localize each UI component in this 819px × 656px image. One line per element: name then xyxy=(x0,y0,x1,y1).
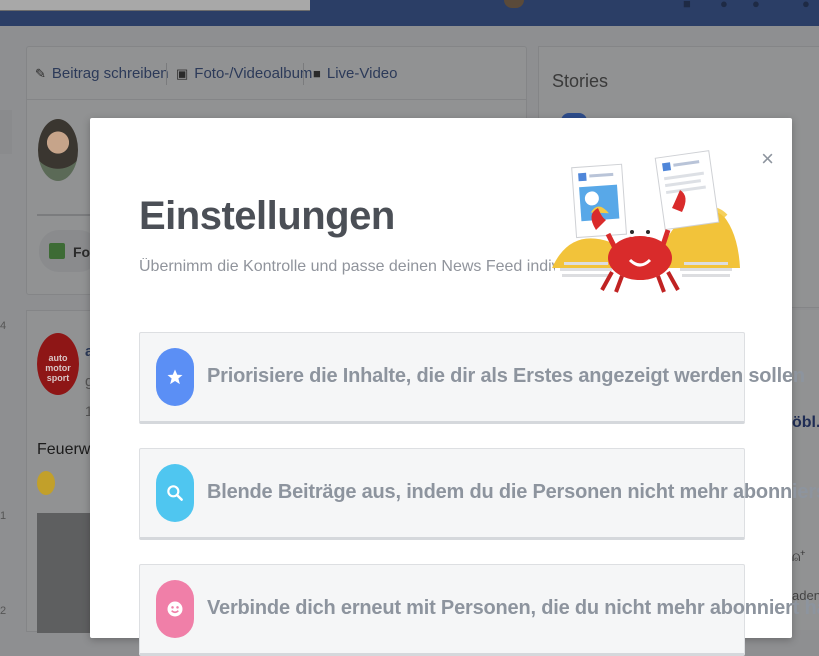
friends-icon[interactable]: ■ xyxy=(683,0,691,8)
page-logo[interactable]: auto motor sport xyxy=(37,333,79,395)
album-icon: ▣ xyxy=(176,65,189,81)
tab-write-post[interactable]: ✎ Beitrag schreiben xyxy=(35,65,169,82)
video-camera-icon: ■ xyxy=(313,66,321,81)
option-reconnect[interactable]: Verbinde dich erneut mit Personen, die d… xyxy=(139,564,819,656)
messenger-icon[interactable]: ● xyxy=(720,0,728,8)
option-prioritize[interactable]: Priorisiere die Inhalte, die dir als Ers… xyxy=(139,332,805,424)
composer-tabs: ✎ Beitrag schreiben ▣ Foto-/Videoalbum ■… xyxy=(27,47,526,100)
search-icon xyxy=(156,464,194,522)
smiley-emoji-icon xyxy=(37,471,55,495)
tab-photo-video-album[interactable]: ▣ Foto-/Videoalbum xyxy=(176,65,312,82)
notifications-icon[interactable]: ● xyxy=(752,0,760,8)
photo-icon xyxy=(49,243,65,259)
sidebar-item[interactable] xyxy=(0,110,12,154)
star-icon xyxy=(156,348,194,406)
sidebar-count: 1 xyxy=(0,510,7,522)
account-menu-icon[interactable]: ● xyxy=(802,0,810,8)
option-label: Priorisiere die Inhalte, die dir als Ers… xyxy=(207,365,805,387)
tab-label: Live-Video xyxy=(326,65,398,82)
profile-avatar[interactable] xyxy=(504,0,524,8)
tab-label: Foto-/Videoalbum xyxy=(194,65,313,82)
dialog-subtitle: Übernimm die Kontrolle und passe deinen … xyxy=(139,258,555,275)
news-feed-settings-dialog: × Einstellungen Übernimm die Kontrolle u… xyxy=(90,118,819,656)
feed-post: auto motor sport a g 1 Feuerwe xyxy=(26,310,99,633)
avatar[interactable] xyxy=(38,119,78,181)
sidebar-count: 4 xyxy=(0,320,7,332)
close-button[interactable]: × xyxy=(761,148,774,170)
add-friend-icon[interactable]: ⍝⁺ xyxy=(792,548,805,565)
tab-divider xyxy=(303,63,304,85)
tab-live-video[interactable]: ■ Live-Video xyxy=(313,65,397,82)
right-panel-link[interactable]: öbl.. xyxy=(792,414,819,432)
dialog-title: Einstellungen xyxy=(139,194,395,238)
search-input[interactable] xyxy=(0,0,310,11)
top-navigation-bar: ■ ● ● ● xyxy=(0,0,819,26)
tab-label: Beitrag schreiben xyxy=(51,65,169,82)
right-panel: öbl.. ⍝⁺ aden xyxy=(792,310,819,630)
option-label: Blende Beiträge aus, indem du die Person… xyxy=(207,481,819,503)
smiley-icon xyxy=(156,580,194,638)
pencil-icon: ✎ xyxy=(35,65,46,81)
option-unfollow[interactable]: Blende Beiträge aus, indem du die Person… xyxy=(139,448,819,540)
crab-with-posts-illustration xyxy=(552,150,740,293)
sidebar-count: 2 xyxy=(0,605,7,617)
tab-divider xyxy=(166,63,167,85)
post-image[interactable] xyxy=(37,513,97,633)
stories-title: Stories xyxy=(552,71,609,91)
logo-text: auto motor sport xyxy=(45,353,71,383)
